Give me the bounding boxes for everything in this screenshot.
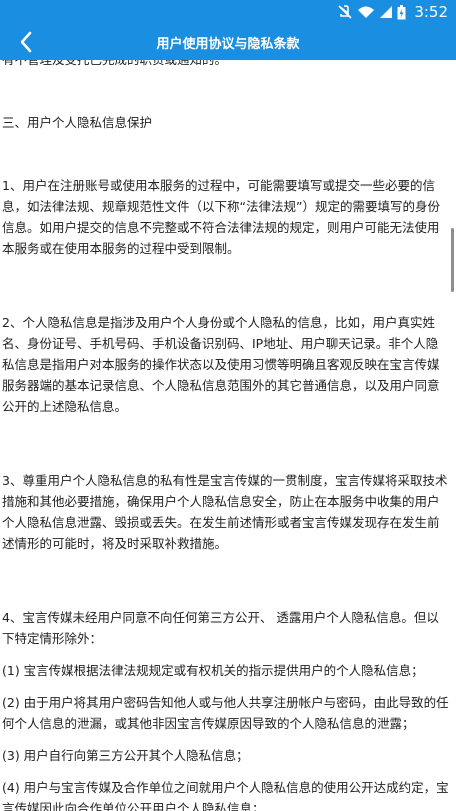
list-item-2: (2) 由于用户将其用户密码告知他人或与他人共享注册帐户与密码，由此导致的任何个… <box>2 695 449 731</box>
agreement-content[interactable]: 有不管理及受托已完成的职责或通知的。 三、用户个人隐私信息保护 1、用户在注册账… <box>0 60 456 811</box>
chevron-left-icon <box>20 31 32 53</box>
wifi-icon <box>357 5 375 19</box>
list-item-4: (4) 用户与宝言传媒及合作单位之间就用户个人隐私信息的使用公开达成约定，宝言传… <box>2 780 449 811</box>
battery-icon <box>397 4 406 20</box>
back-button[interactable] <box>10 28 42 56</box>
paragraph-2: 2、个人隐私信息是指涉及用户个人身份或个人隐私的信息，比如，用户真实姓名、身份证… <box>2 315 440 414</box>
app-bar: 用户使用协议与隐私条款 <box>0 24 456 60</box>
partial-top-line: 有不管理及受托已完成的职责或通知的。 <box>0 60 456 70</box>
list-item-3: (3) 用户自行向第三方公开其个人隐私信息； <box>2 748 249 763</box>
status-bar: 3:52 <box>0 0 456 24</box>
agreement-scroll-body: 有不管理及受托已完成的职责或通知的。 三、用户个人隐私信息保护 1、用户在注册账… <box>0 60 456 811</box>
scrollbar[interactable] <box>451 228 454 292</box>
paragraph-1: 1、用户在注册账号或使用本服务的过程中，可能需要填写或提交一些必要的信息，如法律… <box>2 178 440 256</box>
mute-icon <box>337 5 353 19</box>
section-heading: 三、用户个人隐私信息保护 <box>2 115 153 130</box>
signal-icon <box>379 5 393 19</box>
page-title: 用户使用协议与隐私条款 <box>156 36 300 52</box>
status-icons <box>337 4 406 20</box>
list-item-1: (1) 宝言传媒根据法律法规规定或有权机关的指示提供用户的个人隐私信息； <box>2 663 424 678</box>
status-time: 3:52 <box>414 3 448 21</box>
paragraph-4: 4、宝言传媒未经用户同意不向任何第三方公开、 透露用户个人隐私信息。但以下特定情… <box>2 610 439 646</box>
paragraph-3: 3、尊重用户个人隐私信息的私有性是宝言传媒的一贯制度，宝言传媒将采取技术措施和其… <box>2 473 448 551</box>
